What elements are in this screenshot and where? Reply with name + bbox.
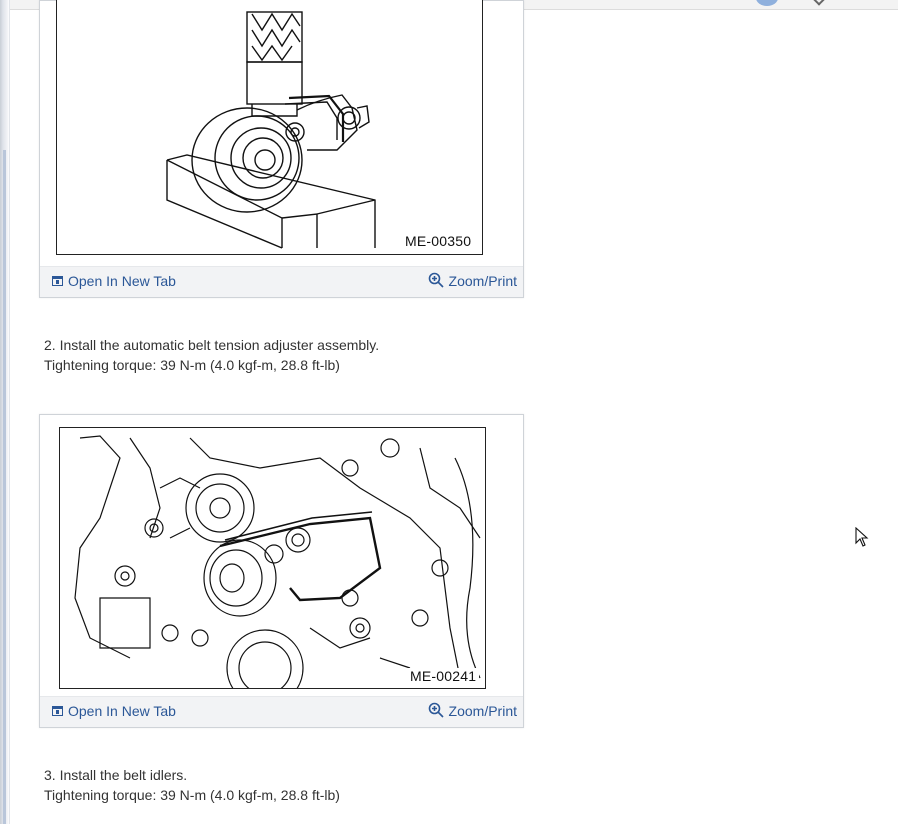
open-in-new-tab-link-2[interactable]: Open In New Tab	[52, 703, 176, 719]
zoom-print-link-2[interactable]: Zoom/Print	[428, 702, 517, 719]
tensioner-pin-illustration	[166, 11, 376, 249]
open-in-new-tab-icon	[52, 706, 63, 716]
step-3-instruction: 3. Install the belt idlers.	[44, 767, 188, 783]
zoom-in-icon	[428, 702, 444, 718]
step-2-torque: Tightening torque: 39 N-m (4.0 kgf-m, 28…	[44, 357, 340, 373]
zoom-in-icon	[428, 272, 444, 288]
zoom-print-label: Zoom/Print	[448, 273, 517, 289]
open-in-new-tab-icon	[52, 276, 63, 286]
figure-code-2: ME-00241	[407, 668, 480, 684]
figure-card-1: ME-00350 Open In New Tab Zoom/Print	[39, 0, 524, 298]
step-2-block: 2. Install the automatic belt tension ad…	[44, 335, 379, 375]
figure-footer-1: Open In New Tab Zoom/Print	[40, 266, 523, 297]
profile-avatar-icon[interactable]	[756, 0, 778, 6]
figure-illustration-1[interactable]	[56, 0, 483, 255]
step-3-torque: Tightening torque: 39 N-m (4.0 kgf-m, 28…	[44, 787, 340, 803]
step-3-block: 3. Install the belt idlers. Tightening t…	[44, 765, 340, 805]
open-in-new-tab-label: Open In New Tab	[68, 273, 176, 289]
figure-card-2: ME-00241 Open In New Tab Zoom/Print	[39, 414, 524, 728]
mouse-pointer-icon	[855, 527, 869, 547]
open-in-new-tab-link-1[interactable]: Open In New Tab	[52, 273, 176, 289]
open-in-new-tab-label: Open In New Tab	[68, 703, 176, 719]
figure-footer-2: Open In New Tab Zoom/Print	[40, 696, 523, 727]
left-panel-edge	[0, 0, 10, 824]
zoom-print-label: Zoom/Print	[448, 703, 517, 719]
chevron-down-icon[interactable]	[813, 0, 825, 6]
figure-illustration-2[interactable]	[59, 427, 486, 689]
scroll-accent	[3, 150, 6, 824]
zoom-print-link-1[interactable]: Zoom/Print	[428, 272, 517, 289]
engine-tensioner-illustration	[74, 435, 481, 688]
step-2-instruction: 2. Install the automatic belt tension ad…	[44, 337, 380, 353]
figure-code-1: ME-00350	[402, 233, 475, 249]
